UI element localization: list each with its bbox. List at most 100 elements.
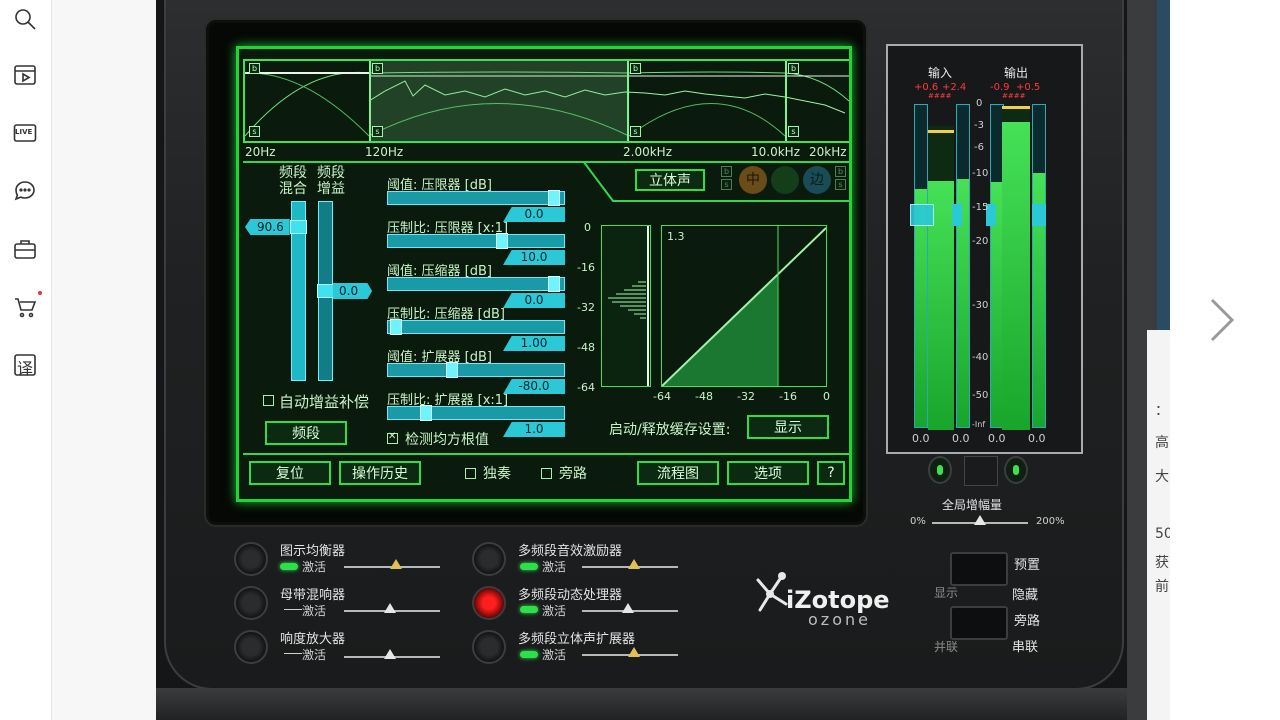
meter-readout: 0.0 (912, 432, 930, 445)
x-tick: -48 (695, 390, 713, 403)
routing-switch[interactable] (950, 606, 1008, 640)
module-active-led[interactable] (520, 563, 538, 570)
module-slider[interactable] (582, 559, 678, 569)
spectrum-display[interactable]: b s b s b s b s (243, 59, 849, 143)
global-gain-slider[interactable] (932, 515, 1028, 525)
module-active-led[interactable] (284, 650, 302, 654)
module-knob[interactable] (472, 630, 506, 664)
meter-scale: 0 (976, 98, 983, 109)
auto-gain-checkbox[interactable] (263, 395, 274, 406)
module-knob[interactable] (472, 542, 506, 576)
strip-text: ： (1155, 403, 1169, 419)
band-mix-fader-knob[interactable] (290, 220, 307, 234)
band-4-solo-button[interactable]: s (788, 126, 799, 137)
band-3-bypass-button[interactable]: b (630, 63, 641, 74)
live-icon[interactable]: LIVE (12, 120, 38, 146)
ms-s-button-2[interactable]: s (835, 179, 846, 190)
output-link-button[interactable] (1004, 456, 1028, 484)
module-slider[interactable] (344, 649, 440, 659)
module-slider[interactable] (344, 559, 440, 569)
module-active-led[interactable] (280, 563, 298, 570)
band-3-solo-button[interactable]: s (630, 126, 641, 137)
limiter-ratio-slider[interactable] (387, 233, 565, 249)
module-knob[interactable] (234, 630, 268, 664)
video-icon[interactable] (12, 62, 38, 88)
input-meter-right (956, 104, 970, 428)
input-trim-handle[interactable] (910, 204, 934, 226)
link-button[interactable] (771, 166, 799, 194)
side-button[interactable]: 边 (803, 166, 831, 194)
input-trim-handle-r[interactable] (952, 204, 962, 226)
bands-button[interactable]: 频段 (265, 421, 347, 445)
meter-readout: 0.0 (952, 432, 970, 445)
ms-b-button[interactable]: b (721, 166, 732, 177)
chat-icon[interactable] (12, 178, 38, 204)
band-1-solo-button[interactable]: s (249, 126, 260, 137)
global-gain-label: 全局增幅量 (942, 498, 1003, 512)
next-arrow-icon[interactable] (1198, 292, 1246, 348)
ms-b-button-2[interactable]: b (835, 166, 846, 177)
band-1-bypass-button[interactable]: b (249, 63, 260, 74)
graph-button[interactable]: 流程图 (637, 461, 719, 485)
plugin-bottom-bar (156, 688, 1127, 720)
show-button[interactable]: 显示 (747, 415, 829, 439)
parallel-label: 并联 (934, 640, 959, 654)
band-2-bypass-button[interactable]: b (372, 63, 383, 74)
meter-scale: -20 (972, 236, 989, 247)
bypass-checkbox[interactable] (541, 468, 552, 479)
band-1[interactable] (245, 61, 369, 141)
cart-icon[interactable] (12, 294, 38, 320)
band-3[interactable] (627, 61, 785, 141)
band-2-solo-button[interactable]: s (372, 126, 383, 137)
transfer-graph[interactable] (661, 225, 827, 387)
band-gain-fader-knob[interactable] (317, 284, 334, 298)
meter-mode-button[interactable] (964, 456, 998, 486)
options-button[interactable]: 选项 (727, 461, 809, 485)
module-title: 多频段音效激励器 (518, 544, 623, 559)
search-icon[interactable] (12, 6, 38, 32)
freq-label: 2.00kHz (623, 145, 672, 159)
limiter-threshold-slider[interactable] (387, 190, 565, 206)
expander-ratio-slider[interactable] (387, 405, 565, 421)
module-knob[interactable] (234, 586, 268, 620)
x-tick: -16 (779, 390, 797, 403)
band-mix-fader[interactable] (290, 201, 307, 381)
x-tick: -32 (737, 390, 755, 403)
expander-threshold-slider[interactable] (387, 362, 565, 378)
band-4-bypass-button[interactable]: b (788, 63, 799, 74)
stereo-button[interactable]: 立体声 (635, 169, 705, 191)
strip-text: 高 (1155, 435, 1169, 451)
mid-side-selector[interactable]: b s 中 边 b s (721, 166, 849, 194)
translate-icon[interactable]: 译 (12, 352, 38, 378)
help-button[interactable]: ? (817, 461, 845, 485)
reset-button[interactable]: 复位 (249, 461, 331, 485)
module-active-label: 激活 (302, 648, 327, 662)
meter-panel: 输入 输出 +0.6 +2.4 -0.9 +0.5 #### #### 0 -3… (886, 44, 1083, 454)
briefcase-icon[interactable] (12, 236, 38, 262)
module-active-led[interactable] (284, 606, 302, 610)
module-slider[interactable] (582, 603, 678, 613)
output-trim-handle-r[interactable] (1032, 204, 1046, 226)
solo-checkbox[interactable] (465, 468, 476, 479)
mid-button[interactable]: 中 (739, 166, 767, 194)
preset-switch[interactable] (950, 552, 1008, 586)
compressor-ratio-slider[interactable] (387, 319, 565, 335)
screenshot-root: LIVE 译 b s b s b s b s 20Hz 120Hz 2.00kH… (0, 0, 1280, 720)
compressor-threshold-slider[interactable] (387, 276, 565, 292)
history-button[interactable]: 操作历史 (339, 461, 421, 485)
module-knob[interactable] (234, 542, 268, 576)
module-slider[interactable] (582, 647, 678, 657)
rms-detect-checkbox[interactable] (387, 431, 398, 444)
band-2[interactable] (369, 61, 627, 141)
module-active-led[interactable] (520, 651, 538, 658)
band-gain-fader[interactable] (317, 201, 334, 381)
module-knob-active[interactable] (472, 586, 506, 620)
module-active-led[interactable] (520, 606, 538, 613)
ms-s-button[interactable]: s (721, 179, 732, 190)
brand-product: ozone (808, 610, 871, 629)
module-slider[interactable] (344, 603, 440, 613)
input-link-button[interactable] (928, 456, 952, 484)
freq-label: 120Hz (365, 145, 404, 159)
input-meter-left (914, 104, 928, 428)
output-rms-meter (1002, 106, 1030, 430)
